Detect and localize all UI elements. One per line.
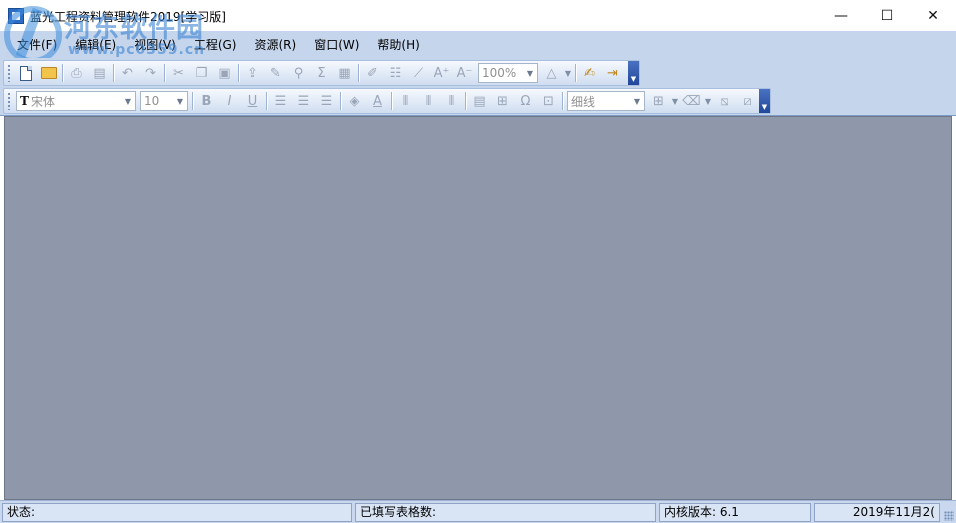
chevron-down-icon[interactable]: ▼ bbox=[630, 92, 644, 110]
form-icon[interactable]: ☷ bbox=[384, 62, 407, 84]
vertical-top-icon[interactable]: ⦀ bbox=[394, 90, 417, 112]
vertical-bottom-icon[interactable]: ⦀ bbox=[440, 90, 463, 112]
print-preview-icon[interactable]: ⎙ bbox=[65, 62, 88, 84]
border-grid-icon[interactable]: ⊞ bbox=[647, 90, 670, 112]
menu-edit[interactable]: 编辑(E) bbox=[66, 35, 125, 55]
triangle-icon[interactable]: △ bbox=[540, 62, 563, 84]
app-icon[interactable] bbox=[8, 8, 24, 24]
toolbar-options-icon[interactable]: ▼ bbox=[628, 61, 639, 85]
toolbar-separator bbox=[391, 92, 392, 110]
zoom-value: 100% bbox=[482, 66, 517, 80]
chevron-down-icon[interactable]: ▼ bbox=[563, 69, 573, 78]
font-type-icon: T bbox=[20, 94, 29, 108]
fill-color-icon[interactable]: ◈ bbox=[343, 90, 366, 112]
menu-resource[interactable]: 资源(R) bbox=[245, 35, 305, 55]
align-center-icon[interactable]: ☰ bbox=[292, 90, 315, 112]
window-title: 蓝光工程资料管理软件2019[学习版] bbox=[30, 10, 226, 24]
italic-button[interactable]: I bbox=[218, 90, 241, 112]
merge-cells-icon[interactable]: ⊞ bbox=[491, 90, 514, 112]
exit-icon[interactable]: ⇥ bbox=[601, 62, 624, 84]
lock-icon[interactable]: ⊡ bbox=[537, 90, 560, 112]
close-button[interactable]: ✕ bbox=[910, 0, 956, 31]
brush-icon[interactable]: ✎ bbox=[264, 62, 287, 84]
copy-icon[interactable]: ❐ bbox=[190, 62, 213, 84]
print-icon[interactable]: ▤ bbox=[88, 62, 111, 84]
bold-button[interactable]: B bbox=[195, 90, 218, 112]
cell-format-icon[interactable]: ▤ bbox=[468, 90, 491, 112]
font-size-select[interactable]: 10 ▼ bbox=[140, 91, 188, 111]
font-grow-icon[interactable]: A⁺ bbox=[430, 62, 453, 84]
pen-icon[interactable]: ✐ bbox=[361, 62, 384, 84]
status-date: 2019年11月2( bbox=[814, 503, 940, 522]
zoom-select[interactable]: 100% ▼ bbox=[478, 63, 538, 83]
toolbar-separator bbox=[575, 64, 576, 82]
vertical-middle-icon[interactable]: ⦀ bbox=[417, 90, 440, 112]
line-style-select[interactable]: 细线 ▼ bbox=[567, 91, 645, 111]
cut-icon[interactable]: ✂ bbox=[167, 62, 190, 84]
font-name-select[interactable]: T 宋体 ▼ bbox=[16, 91, 136, 111]
menu-view[interactable]: 视图(V) bbox=[125, 35, 185, 55]
undo-icon[interactable]: ↶ bbox=[116, 62, 139, 84]
chevron-down-icon[interactable]: ▼ bbox=[173, 92, 187, 110]
font-shrink-icon[interactable]: A⁻ bbox=[453, 62, 476, 84]
font-size-value: 10 bbox=[144, 94, 160, 108]
title-bar: 蓝光工程资料管理软件2019[学习版] — ☐ ✕ bbox=[0, 0, 956, 31]
align-right-icon[interactable]: ☰ bbox=[315, 90, 338, 112]
resize-grip-icon[interactable] bbox=[944, 511, 954, 521]
calc-icon[interactable]: ▦ bbox=[333, 62, 356, 84]
mdi-client-area[interactable] bbox=[4, 116, 952, 500]
chart-icon[interactable]: ⟋ bbox=[407, 62, 430, 84]
window-controls: — ☐ ✕ bbox=[818, 0, 956, 31]
font-name-value: 宋体 bbox=[30, 94, 55, 109]
chevron-down-icon[interactable]: ▼ bbox=[523, 64, 537, 82]
menu-window[interactable]: 窗口(W) bbox=[305, 35, 368, 55]
standard-toolbar: ⎙ ▤ ↶ ↷ ✂ ❐ ▣ ⇪ ✎ ⚲ Σ ▦ ✐ ☷ ⟋ A⁺ A⁻ 100%… bbox=[3, 60, 640, 86]
toolbar-separator bbox=[164, 64, 165, 82]
chevron-down-icon[interactable]: ▼ bbox=[703, 97, 713, 106]
toolbar-separator bbox=[238, 64, 239, 82]
toolbar-separator bbox=[113, 64, 114, 82]
find-icon[interactable]: ⚲ bbox=[287, 62, 310, 84]
export-icon[interactable]: ⇪ bbox=[241, 62, 264, 84]
open-icon[interactable] bbox=[37, 62, 60, 84]
toolbar-area: ⎙ ▤ ↶ ↷ ✂ ❐ ▣ ⇪ ✎ ⚲ Σ ▦ ✐ ☷ ⟋ A⁺ A⁻ 100%… bbox=[0, 58, 956, 116]
toolbar-grip[interactable] bbox=[7, 64, 11, 82]
status-bar: 状态: 已填写表格数: 内核版本: 6.1 2019年11月2( bbox=[0, 500, 956, 523]
maximize-button[interactable]: ☐ bbox=[864, 0, 910, 31]
toolbar-separator bbox=[562, 92, 563, 110]
toolbar-separator bbox=[62, 64, 63, 82]
toolbar-separator bbox=[358, 64, 359, 82]
line-style-value: 细线 bbox=[571, 94, 596, 109]
new-icon[interactable] bbox=[14, 62, 37, 84]
status-filled-forms: 已填写表格数: bbox=[355, 503, 656, 522]
minimize-button[interactable]: — bbox=[818, 0, 864, 31]
font-color-icon[interactable]: A bbox=[366, 90, 389, 112]
sum-icon[interactable]: Σ bbox=[310, 62, 333, 84]
chevron-down-icon[interactable]: ▼ bbox=[670, 97, 680, 106]
underline-button[interactable]: U bbox=[241, 90, 264, 112]
diagonal-down-icon[interactable]: ⧅ bbox=[713, 90, 736, 112]
toolbar-grip[interactable] bbox=[7, 92, 11, 110]
align-left-icon[interactable]: ☰ bbox=[269, 90, 292, 112]
menu-help[interactable]: 帮助(H) bbox=[368, 35, 428, 55]
omega-symbol-icon[interactable]: Ω bbox=[514, 90, 537, 112]
status-state: 状态: bbox=[2, 503, 352, 522]
tools-icon[interactable]: ✍ bbox=[578, 62, 601, 84]
status-kernel-version: 内核版本: 6.1 bbox=[659, 503, 811, 522]
menu-bar: 文件(F) 编辑(E) 视图(V) 工程(G) 资源(R) 窗口(W) 帮助(H… bbox=[0, 31, 956, 58]
diagonal-up-icon[interactable]: ⧄ bbox=[736, 90, 759, 112]
format-toolbar: T 宋体 ▼ 10 ▼ B I U ☰ ☰ ☰ ◈ A ⦀ ⦀ ⦀ ▤ ⊞ Ω … bbox=[3, 88, 771, 114]
redo-icon[interactable]: ↷ bbox=[139, 62, 162, 84]
toolbar-separator bbox=[266, 92, 267, 110]
paste-icon[interactable]: ▣ bbox=[213, 62, 236, 84]
eraser-icon[interactable]: ⌫ bbox=[680, 90, 703, 112]
toolbar-separator bbox=[465, 92, 466, 110]
toolbar-options-icon[interactable]: ▼ bbox=[759, 89, 770, 113]
menu-file[interactable]: 文件(F) bbox=[8, 35, 66, 55]
chevron-down-icon[interactable]: ▼ bbox=[121, 92, 135, 110]
toolbar-separator bbox=[192, 92, 193, 110]
toolbar-separator bbox=[340, 92, 341, 110]
menu-project[interactable]: 工程(G) bbox=[185, 35, 246, 55]
